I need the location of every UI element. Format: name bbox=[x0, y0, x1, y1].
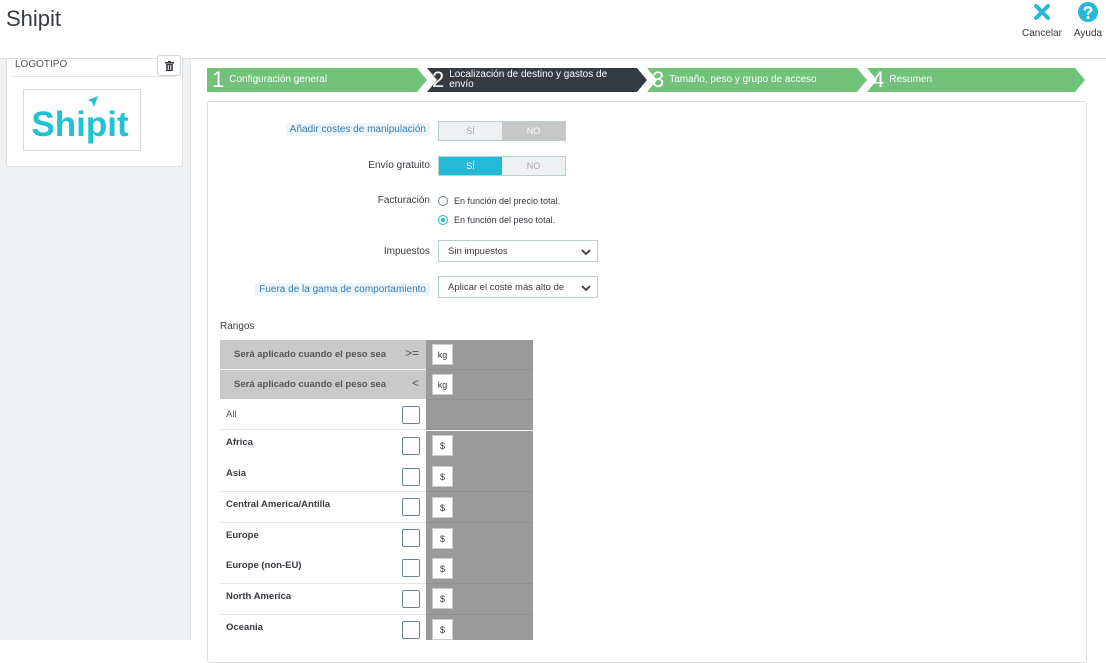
wizard-step-1[interactable]: 1 Configuración general bbox=[207, 68, 417, 92]
zone-name: Europe (non-EU) bbox=[226, 560, 302, 571]
handling-label: Añadir costes de manipulación bbox=[285, 123, 430, 136]
zone-price-input[interactable]: $ bbox=[432, 466, 453, 487]
zone-row: Central America/Antilla $ bbox=[220, 492, 533, 523]
delete-logo-button[interactable] bbox=[157, 55, 181, 76]
ranges-heading: Rangos bbox=[220, 321, 255, 332]
zone-name: Africa bbox=[226, 437, 253, 448]
cancel-button[interactable]: Cancelar bbox=[1021, 0, 1063, 39]
top-bar: Shipit Cancelar Ayuda bbox=[0, 0, 1106, 59]
zone-row: Oceania $ bbox=[220, 615, 533, 640]
cancel-label: Cancelar bbox=[1021, 28, 1063, 39]
left-column: LOGOTIPO Shipit bbox=[0, 55, 191, 640]
svg-text:Shipit: Shipit bbox=[31, 105, 129, 144]
billing-option-price[interactable]: En función del precio total. bbox=[438, 196, 560, 206]
zone-name: Central America/Antilla bbox=[226, 499, 331, 510]
zone-checkbox[interactable] bbox=[402, 559, 420, 577]
zone-row: Europe $ bbox=[220, 523, 533, 554]
zone-checkbox[interactable] bbox=[402, 468, 420, 486]
chevron-down-icon bbox=[581, 285, 591, 292]
free-shipping-toggle[interactable]: SÍ NO bbox=[438, 156, 566, 176]
out-of-range-label: Fuera de la gama de comportamiento bbox=[255, 283, 430, 296]
zone-row: Europe (non-EU) $ bbox=[220, 553, 533, 584]
zone-row: North America $ bbox=[220, 584, 533, 615]
range-min-operator: >= bbox=[404, 346, 419, 360]
chevron-down-icon bbox=[581, 249, 591, 256]
zone-price-input[interactable]: $ bbox=[432, 435, 453, 456]
help-button[interactable]: Ayuda bbox=[1072, 0, 1104, 39]
zone-price-input[interactable]: $ bbox=[432, 528, 453, 549]
zone-name: Europe bbox=[226, 530, 259, 541]
range-max-operator: < bbox=[411, 376, 419, 390]
free-shipping-yes-option[interactable]: SÍ bbox=[439, 157, 502, 175]
logo-panel-title: LOGOTIPO bbox=[15, 59, 68, 70]
range-max-label: Será aplicado cuando el peso sea bbox=[234, 379, 387, 390]
wizard-step-4[interactable]: 4 Resumen bbox=[867, 68, 1075, 92]
zone-checkbox[interactable] bbox=[402, 529, 420, 547]
zone-name: Oceania bbox=[226, 622, 263, 633]
zone-row-all: All bbox=[220, 400, 533, 430]
zone-all-label: All bbox=[226, 409, 237, 420]
handling-toggle[interactable]: SÍ NO bbox=[438, 121, 566, 141]
radio-button[interactable] bbox=[438, 196, 448, 206]
divider bbox=[13, 76, 176, 77]
shipit-logo: Shipit bbox=[23, 89, 141, 151]
handling-no-option[interactable]: NO bbox=[502, 122, 565, 140]
billing-label: Facturación bbox=[377, 195, 430, 206]
radio-button-selected[interactable] bbox=[438, 215, 448, 225]
zone-row: Asia $ bbox=[220, 461, 533, 492]
wizard-step-2[interactable]: 2 Localización de destino y gastos de en… bbox=[427, 68, 627, 92]
range-row-max: Será aplicado cuando el peso sea < kg bbox=[220, 370, 533, 400]
zone-name: Asia bbox=[226, 468, 247, 479]
zone-price-input[interactable]: $ bbox=[432, 558, 453, 579]
zone-price-input[interactable]: $ bbox=[432, 619, 453, 640]
zone-price-input[interactable]: $ bbox=[432, 497, 453, 518]
free-shipping-no-option[interactable]: NO bbox=[502, 157, 565, 175]
range-min-label: Será aplicado cuando el peso sea bbox=[234, 349, 387, 360]
help-icon bbox=[1078, 2, 1098, 22]
billing-option-weight[interactable]: En función del peso total. bbox=[438, 215, 555, 225]
zone-checkbox[interactable] bbox=[402, 621, 420, 639]
page-title: Shipit bbox=[6, 6, 62, 31]
taxes-label: Impuestos bbox=[383, 246, 430, 257]
range-min-input[interactable]: kg bbox=[432, 344, 453, 365]
help-label: Ayuda bbox=[1073, 28, 1103, 39]
zone-price-input[interactable]: $ bbox=[432, 588, 453, 609]
range-max-input[interactable]: kg bbox=[432, 374, 453, 395]
out-of-range-select[interactable]: Aplicar el coste más alto de bbox=[438, 276, 598, 298]
zone-checkbox[interactable] bbox=[402, 437, 420, 455]
range-row-min: Será aplicado cuando el peso sea >= kg bbox=[220, 340, 533, 370]
zone-checkbox[interactable] bbox=[402, 590, 420, 608]
free-shipping-label: Envío gratuito bbox=[368, 160, 430, 171]
trash-icon bbox=[164, 60, 174, 71]
zone-name: North America bbox=[226, 591, 292, 602]
zone-all-checkbox[interactable] bbox=[402, 406, 420, 424]
taxes-select[interactable]: Sin impuestos bbox=[438, 240, 598, 262]
zone-checkbox[interactable] bbox=[402, 498, 420, 516]
handling-yes-option[interactable]: SÍ bbox=[439, 122, 502, 140]
wizard-step-3[interactable]: 3 Tamaño, peso y grupo de acceso bbox=[647, 68, 857, 92]
close-icon bbox=[1034, 4, 1050, 20]
zone-row: Africa $ bbox=[220, 431, 533, 462]
logo-panel: LOGOTIPO Shipit bbox=[6, 55, 183, 167]
